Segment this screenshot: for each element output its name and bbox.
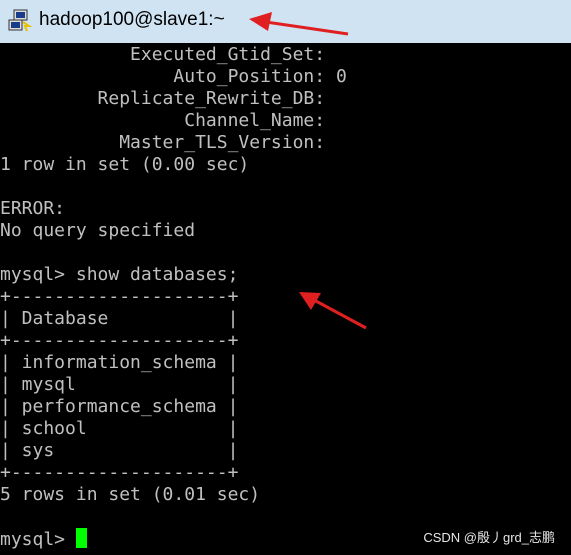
arrow-table-annotation [299, 292, 367, 330]
arrow-title-annotation [249, 12, 349, 36]
annotation-arrows [249, 12, 367, 330]
